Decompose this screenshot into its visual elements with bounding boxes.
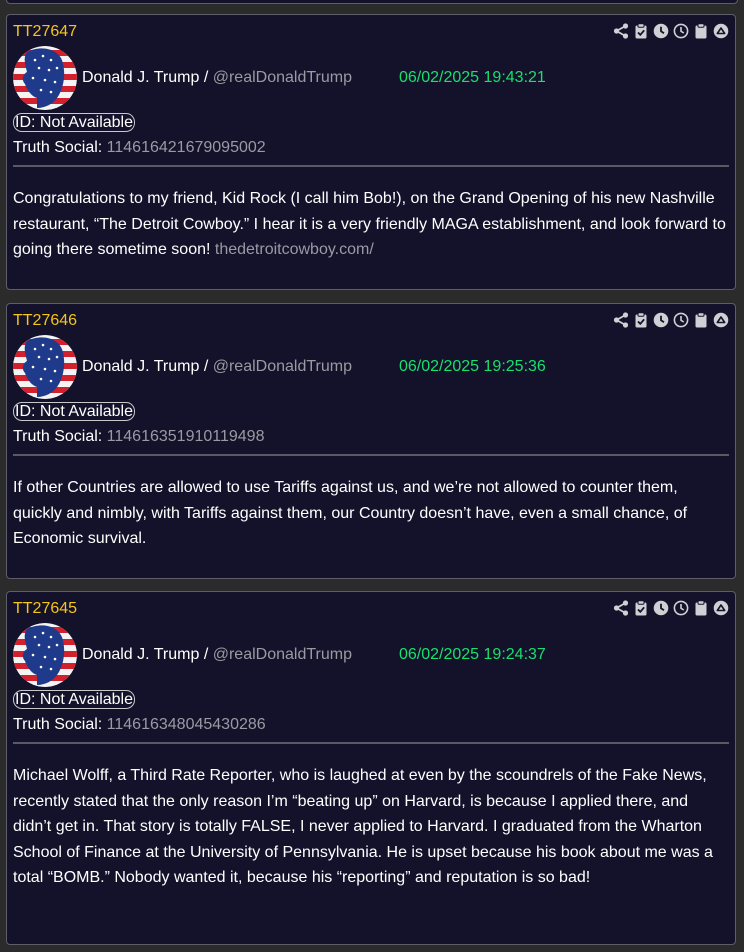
previous-card-edge bbox=[6, 0, 738, 4]
divider bbox=[13, 742, 729, 744]
clipboard-icon[interactable] bbox=[692, 311, 709, 329]
share-icon[interactable] bbox=[612, 22, 629, 40]
post-link[interactable]: thedetroitcowboy.com/ bbox=[215, 241, 374, 258]
post-body: Michael Wolff, a Third Rate Reporter, wh… bbox=[13, 763, 727, 891]
post-timestamp: 06/02/2025 19:24:37 bbox=[399, 646, 546, 663]
author-name: Donald J. Trump bbox=[82, 358, 200, 375]
clock-filled-icon[interactable] bbox=[652, 599, 669, 617]
divider bbox=[13, 165, 729, 167]
scroll-up-icon[interactable] bbox=[712, 311, 729, 329]
author-separator: / bbox=[199, 646, 213, 663]
platform-id[interactable]: 114616351910119498 bbox=[107, 428, 265, 445]
author-handle[interactable]: @realDonaldTrump bbox=[213, 358, 352, 375]
clipboard-icon[interactable] bbox=[692, 22, 709, 40]
author-line: Donald J. Trump / @realDonaldTrump bbox=[82, 69, 352, 87]
clipboard-check-icon[interactable] bbox=[632, 599, 649, 617]
post-toolbar bbox=[612, 311, 729, 329]
post-text: If other Countries are allowed to use Ta… bbox=[13, 479, 688, 547]
platform-id[interactable]: 114616348045430286 bbox=[107, 716, 266, 733]
author-handle[interactable]: @realDonaldTrump bbox=[213, 69, 352, 86]
post-card: TT27647 Donald J. Trump / @realDonaldTru… bbox=[6, 14, 736, 290]
post-id: TT27647 bbox=[13, 23, 78, 40]
platform-label: Truth Social: bbox=[13, 428, 107, 445]
author-handle[interactable]: @realDonaldTrump bbox=[213, 646, 352, 663]
share-icon[interactable] bbox=[612, 599, 629, 617]
platform-label: Truth Social: bbox=[13, 716, 107, 733]
clock-outline-icon[interactable] bbox=[672, 22, 689, 40]
platform-label: Truth Social: bbox=[13, 139, 107, 156]
author-name: Donald J. Trump bbox=[82, 646, 200, 663]
author-separator: / bbox=[199, 358, 213, 375]
post-card: TT27646 Donald J. Trump / @realDonaldTru… bbox=[6, 303, 736, 579]
clipboard-check-icon[interactable] bbox=[632, 22, 649, 40]
clock-filled-icon[interactable] bbox=[652, 22, 669, 40]
author-line: Donald J. Trump / @realDonaldTrump bbox=[82, 358, 352, 376]
author-name: Donald J. Trump bbox=[82, 69, 200, 86]
post-card: TT27645 Donald J. Trump / @realDonaldTru… bbox=[6, 591, 736, 945]
author-line: Donald J. Trump / @realDonaldTrump bbox=[82, 646, 352, 664]
scroll-up-icon[interactable] bbox=[712, 22, 729, 40]
share-icon[interactable] bbox=[612, 311, 629, 329]
post-id: TT27645 bbox=[13, 600, 78, 617]
avatar bbox=[13, 623, 77, 687]
platform-id-row: Truth Social: 114616348045430286 bbox=[13, 716, 266, 734]
post-body: If other Countries are allowed to use Ta… bbox=[13, 475, 727, 552]
platform-id-row: Truth Social: 114616351910119498 bbox=[13, 428, 264, 446]
id-pill: ID: Not Available bbox=[13, 402, 135, 421]
post-body: Congratulations to my friend, Kid Rock (… bbox=[13, 186, 727, 263]
platform-id[interactable]: 114616421679095002 bbox=[107, 139, 266, 156]
post-toolbar bbox=[612, 599, 729, 617]
author-separator: / bbox=[199, 69, 213, 86]
avatar bbox=[13, 46, 77, 110]
clock-outline-icon[interactable] bbox=[672, 311, 689, 329]
post-toolbar bbox=[612, 22, 729, 40]
divider bbox=[13, 454, 729, 456]
clipboard-check-icon[interactable] bbox=[632, 311, 649, 329]
post-timestamp: 06/02/2025 19:25:36 bbox=[399, 358, 546, 375]
scroll-up-icon[interactable] bbox=[712, 599, 729, 617]
id-pill: ID: Not Available bbox=[13, 690, 135, 709]
clock-outline-icon[interactable] bbox=[672, 599, 689, 617]
id-pill: ID: Not Available bbox=[13, 113, 135, 132]
avatar bbox=[13, 335, 77, 399]
post-id: TT27646 bbox=[13, 312, 78, 329]
post-timestamp: 06/02/2025 19:43:21 bbox=[399, 69, 546, 86]
post-text: Michael Wolff, a Third Rate Reporter, wh… bbox=[13, 767, 713, 886]
platform-id-row: Truth Social: 114616421679095002 bbox=[13, 139, 266, 157]
clock-filled-icon[interactable] bbox=[652, 311, 669, 329]
clipboard-icon[interactable] bbox=[692, 599, 709, 617]
